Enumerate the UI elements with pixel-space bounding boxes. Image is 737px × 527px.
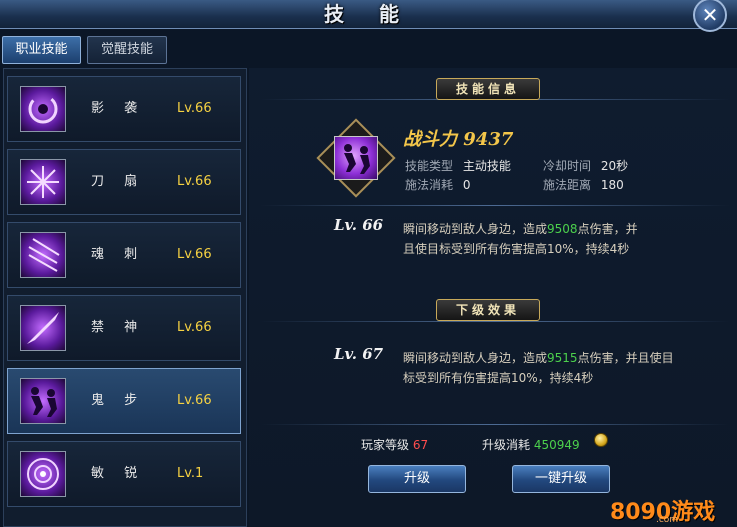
- skill-row-ghost-step[interactable]: 鬼 步 Lv.66: [7, 368, 241, 434]
- current-level: Lv. 66: [334, 216, 384, 234]
- desc-text: 瞬间移动到敌人身边，造成: [403, 351, 548, 365]
- desc-text: 瞬间移动到敌人身边，造成: [403, 222, 548, 236]
- desc-text: 点伤害，并且使目: [577, 351, 674, 365]
- one-click-upgrade-button[interactable]: 一键升级: [512, 465, 610, 493]
- soul-stab-icon: [20, 232, 66, 278]
- skill-type-value: 主动技能: [462, 159, 511, 173]
- current-effect-desc: 瞬间移动到敌人身边，造成9508点伤害，并 且使目标受到所有伤害提高10%，持续…: [403, 219, 703, 259]
- divider: [260, 205, 730, 206]
- skill-name: 鬼 步: [91, 393, 146, 408]
- skill-row-soul-stab[interactable]: 魂 刺 Lv.66: [7, 222, 241, 288]
- skill-level: Lv.66: [177, 101, 212, 116]
- upgrade-cost-value: 450949: [533, 438, 580, 452]
- tab-bar: 职业技能 觉醒技能: [0, 36, 737, 66]
- desc-text: 点伤害，并: [577, 222, 638, 236]
- divider: [260, 424, 730, 425]
- upgrade-button[interactable]: 升级: [368, 465, 466, 493]
- skill-row-shadow-strike[interactable]: 影 袭 Lv.66: [7, 76, 241, 142]
- next-level-title: 下级效果: [436, 299, 540, 321]
- skill-row-keen[interactable]: 敏 锐 Lv.1: [7, 441, 241, 507]
- divider: [260, 321, 730, 322]
- damage-value: 9515: [547, 351, 578, 365]
- upgrade-cost: 升级消耗 450949: [482, 436, 580, 453]
- forbidden-spirit-icon: [20, 305, 66, 351]
- blade-fan-icon: [20, 159, 66, 205]
- window-title: 技 能: [324, 2, 413, 26]
- close-icon[interactable]: ✕: [702, 3, 719, 27]
- site-watermark-domain: .com: [656, 515, 679, 525]
- skill-level: Lv.66: [177, 247, 212, 262]
- ghost-step-icon: [20, 378, 66, 424]
- cast-range-label: 施法距离: [543, 178, 592, 192]
- cast-cost: 施法消耗 0: [405, 176, 470, 193]
- player-level-label: 玩家等级: [361, 438, 410, 452]
- cast-range-value: 180: [600, 178, 624, 192]
- cooldown: 冷却时间 20秒: [543, 157, 628, 174]
- player-level: 玩家等级 67: [361, 436, 428, 453]
- tab-class-skills[interactable]: 职业技能: [2, 36, 81, 64]
- damage-value: 9508: [547, 222, 578, 236]
- skill-type-label: 技能类型: [405, 159, 454, 173]
- cooldown-label: 冷却时间: [543, 159, 592, 173]
- next-level: Lv. 67: [334, 345, 384, 363]
- skill-level: Lv.66: [177, 393, 212, 408]
- ghost-step-icon: [334, 136, 378, 180]
- skill-type: 技能类型 主动技能: [405, 157, 511, 174]
- gold-coin-icon: [594, 433, 608, 447]
- shadow-swirl-icon: [20, 86, 66, 132]
- next-effect-desc: 瞬间移动到敌人身边，造成9515点伤害，并且使目 标受到所有伤害提高10%，持续…: [403, 348, 703, 388]
- skill-name: 魂 刺: [91, 247, 146, 262]
- cast-cost-label: 施法消耗: [405, 178, 454, 192]
- title-bar: 技 能: [0, 0, 737, 29]
- power-value: 9437: [463, 129, 514, 150]
- skill-name: 影 袭: [91, 101, 146, 116]
- cast-cost-value: 0: [462, 178, 471, 192]
- skill-level: Lv.66: [177, 174, 212, 189]
- keen-eye-icon: [20, 451, 66, 497]
- power-label: 战斗力: [403, 129, 457, 150]
- skill-name: 禁 神: [91, 320, 146, 335]
- player-level-value: 67: [412, 438, 429, 452]
- upgrade-cost-label: 升级消耗: [482, 438, 531, 452]
- skill-row-blade-fan[interactable]: 刀 扇 Lv.66: [7, 149, 241, 215]
- desc-text: 标受到所有伤害提高10%，持续4秒: [403, 371, 594, 385]
- skill-name: 敏 锐: [91, 466, 146, 481]
- skill-level: Lv.66: [177, 320, 212, 335]
- skill-name: 刀 扇: [91, 174, 146, 189]
- skill-row-forbidden-spirit[interactable]: 禁 神 Lv.66: [7, 295, 241, 361]
- tab-awaken-skills[interactable]: 觉醒技能: [87, 36, 167, 64]
- cast-range: 施法距离 180: [543, 176, 624, 193]
- skill-level: Lv.1: [177, 466, 204, 481]
- desc-text: 且使目标受到所有伤害提高10%，持续4秒: [403, 242, 630, 256]
- skill-info-title: 技能信息: [436, 78, 540, 100]
- cooldown-value: 20秒: [600, 159, 629, 173]
- combat-power: 战斗力 9437: [403, 125, 513, 151]
